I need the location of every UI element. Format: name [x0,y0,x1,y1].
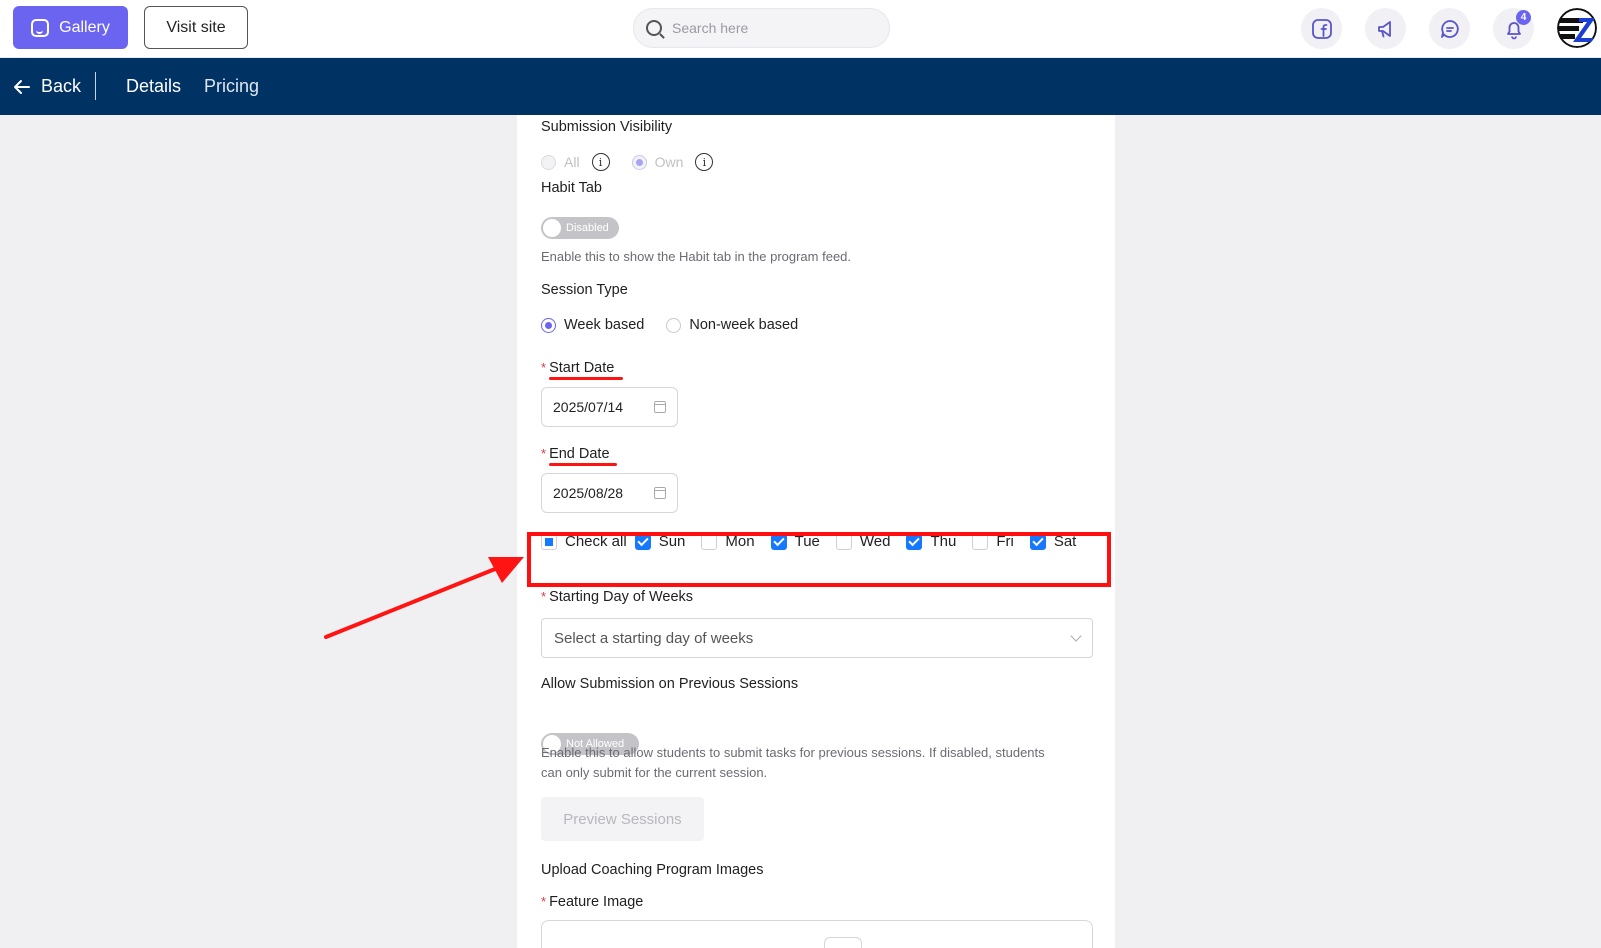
back-label: Back [41,76,82,96]
annotation-arrow-icon [324,557,524,639]
upload-heading: Upload Coaching Program Images [541,862,764,878]
annotation-underline [549,377,623,380]
starting-day-placeholder: Select a starting day of weeks [554,629,754,647]
top-bar: Gallery Visit site 4 [0,0,1601,58]
tab-details[interactable]: Details [126,58,181,115]
info-icon[interactable]: i [695,153,714,171]
tab-pricing[interactable]: Pricing [204,58,259,115]
nav-bar: Back Details Pricing [0,58,1601,115]
radio-own-label: Own [654,154,684,170]
avatar[interactable] [1557,8,1597,48]
radio-all-label: All [564,154,580,170]
gallery-button-label: Gallery [59,18,110,36]
starting-day-label: * Starting Day of Weeks [541,589,693,605]
habit-tab-help: Enable this to show the Habit tab in the… [541,249,852,264]
radio-own[interactable] [631,154,647,170]
calendar-icon [654,487,666,499]
brand-logo-icon [1557,8,1597,48]
start-date-input[interactable]: 2025/07/14 [541,387,678,427]
session-type-label: Session Type [541,282,628,298]
radio-week-based[interactable] [541,317,556,333]
radio-non-week-based-label: Non-week based [689,317,799,333]
visit-site-button[interactable]: Visit site [144,6,248,49]
nav-divider [95,72,96,100]
chevron-down-icon [1070,630,1082,642]
allow-previous-help: Enable this to allow students to submit … [541,743,1045,783]
habit-tab-toggle[interactable]: Disabled [541,217,619,239]
radio-non-week-based[interactable] [666,317,682,333]
feature-image-label: * Feature Image [541,894,643,910]
arrow-left-icon [14,79,30,94]
start-date-value: 2025/07/14 [553,399,624,415]
required-marker: * [541,894,547,909]
required-marker: * [541,360,547,375]
gallery-button[interactable]: Gallery [13,6,128,49]
annotation-highlight-box [527,532,1111,587]
radio-all[interactable] [541,154,556,170]
allow-previous-label: Allow Submission on Previous Sessions [541,676,799,692]
search-input[interactable] [672,20,872,36]
session-type-options: Week based Non-week based [541,317,798,333]
annotation-underline [549,463,617,466]
megaphone-icon [1377,20,1391,37]
chat-icon [1440,19,1459,38]
start-date-label-text: Start Date [549,360,615,376]
announcement-button[interactable] [1365,8,1406,49]
preview-sessions-button[interactable]: Preview Sessions [541,797,704,841]
radio-week-based-label: Week based [564,317,645,333]
chat-button[interactable] [1429,8,1470,49]
required-marker: * [541,589,547,604]
feature-image-label-text: Feature Image [549,894,644,910]
habit-tab-label: Habit Tab [541,180,602,196]
habit-tab-toggle-text: Disabled [566,222,609,234]
gallery-icon [31,18,50,37]
starting-day-label-text: Starting Day of Weeks [549,589,694,605]
facebook-icon [1311,18,1332,39]
allow-previous-help-line-2: can only submit for the current session. [541,765,768,780]
search-bar[interactable] [633,8,890,48]
toggle-knob [543,219,561,237]
notification-badge: 4 [1516,10,1531,25]
end-date-input[interactable]: 2025/08/28 [541,473,678,513]
starting-day-select[interactable]: Select a starting day of weeks [541,618,1093,658]
allow-previous-help-line-1: Enable this to allow students to submit … [541,745,1045,760]
feature-image-upload[interactable] [541,920,1093,948]
submission-visibility-label: Submission Visibility [541,119,673,135]
end-date-label-text: End Date [549,446,610,462]
end-date-label: * End Date [541,446,610,462]
start-date-label: * Start Date [541,360,614,376]
search-icon [646,20,662,36]
end-date-value: 2025/08/28 [553,485,624,501]
calendar-icon [654,401,666,413]
back-button[interactable]: Back [13,58,81,115]
submission-visibility-options: All i Own i [541,153,714,171]
info-icon[interactable]: i [591,153,610,171]
upload-icon [824,937,862,948]
notifications-button[interactable]: 4 [1493,8,1534,49]
required-marker: * [541,446,547,461]
facebook-button[interactable] [1301,8,1342,49]
